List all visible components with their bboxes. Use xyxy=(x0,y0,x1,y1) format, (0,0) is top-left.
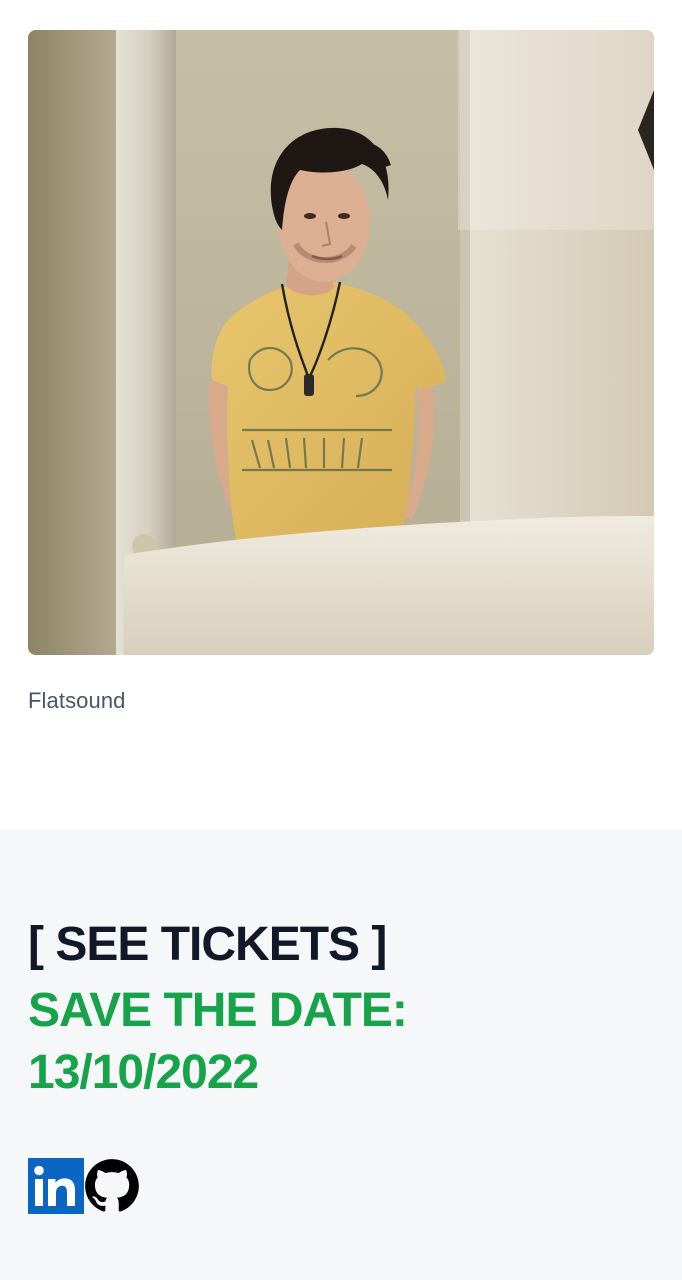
linkedin-icon xyxy=(28,1158,84,1214)
save-the-date: SAVE THE DATE: 13/10/2022 xyxy=(28,980,628,1104)
linkedin-link[interactable] xyxy=(28,1158,84,1214)
save-the-date-label: SAVE THE DATE: xyxy=(28,984,408,1037)
social-links xyxy=(28,1158,140,1214)
event-date: 13/10/2022 xyxy=(28,1046,259,1099)
artist-caption: Flatsound xyxy=(28,688,126,713)
github-link[interactable] xyxy=(84,1158,140,1214)
footer-section: [ SEE TICKETS ] SAVE THE DATE: 13/10/202… xyxy=(0,829,682,1280)
artist-photo-image xyxy=(28,30,654,655)
artist-photo xyxy=(28,30,654,655)
github-icon xyxy=(85,1159,139,1212)
see-tickets-link[interactable]: [ SEE TICKETS ] xyxy=(28,917,387,972)
artist-section: Flatsound xyxy=(0,0,682,829)
